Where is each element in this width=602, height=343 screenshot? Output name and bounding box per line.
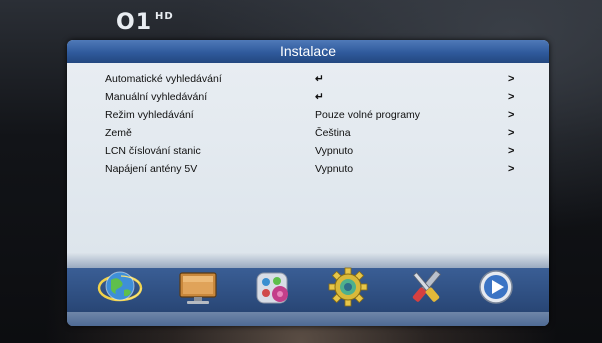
- channel-logo: O1 HD: [116, 10, 174, 35]
- play-icon[interactable]: [473, 264, 519, 310]
- tools-icon[interactable]: [403, 264, 449, 310]
- channel-logo-text: O1: [116, 10, 153, 35]
- chevron-right-icon: >: [508, 163, 515, 175]
- setting-label: Napájení antény 5V: [105, 163, 198, 175]
- setting-label: Manuální vyhledávání: [105, 91, 208, 103]
- settings-row-antenna-power[interactable]: Napájení antény 5V Vypnuto >: [67, 160, 549, 178]
- hd-badge: HD: [155, 11, 174, 22]
- palette-icon[interactable]: [250, 264, 296, 310]
- setting-value: Vypnuto: [315, 145, 354, 157]
- chevron-right-icon: >: [508, 73, 515, 85]
- installation-menu-panel: Instalace Automatické vyhledávání ↵ > Ma…: [67, 40, 549, 326]
- menu-icon-bar: [67, 253, 549, 326]
- settings-row-search-mode[interactable]: Režim vyhledávání Pouze volné programy >: [67, 106, 549, 124]
- chevron-right-icon: >: [508, 145, 515, 157]
- settings-row-lcn[interactable]: LCN číslování stanic Vypnuto >: [67, 142, 549, 160]
- chevron-right-icon: >: [508, 91, 515, 103]
- chevron-right-icon: >: [508, 127, 515, 139]
- setting-value: Čeština: [315, 127, 351, 139]
- enter-icon: ↵: [315, 73, 324, 85]
- settings-list: Automatické vyhledávání ↵ > Manuální vyh…: [67, 63, 549, 253]
- icon-shelf: [67, 312, 549, 326]
- settings-row-auto-search[interactable]: Automatické vyhledávání ↵ >: [67, 70, 549, 88]
- settings-row-manual-search[interactable]: Manuální vyhledávání ↵ >: [67, 88, 549, 106]
- gear-icon[interactable]: [325, 264, 371, 310]
- setting-label: Země: [105, 127, 132, 139]
- tv-monitor-icon[interactable]: [175, 264, 221, 310]
- setting-value: Vypnuto: [315, 163, 354, 175]
- enter-icon: ↵: [315, 91, 324, 103]
- setting-label: LCN číslování stanic: [105, 145, 201, 157]
- menu-title: Instalace: [67, 40, 549, 63]
- globe-satellite-icon[interactable]: [97, 264, 143, 310]
- settings-row-country[interactable]: Země Čeština >: [67, 124, 549, 142]
- chevron-right-icon: >: [508, 109, 515, 121]
- setting-value: Pouze volné programy: [315, 109, 421, 121]
- setting-label: Automatické vyhledávání: [105, 73, 222, 85]
- setting-label: Režim vyhledávání: [105, 109, 194, 121]
